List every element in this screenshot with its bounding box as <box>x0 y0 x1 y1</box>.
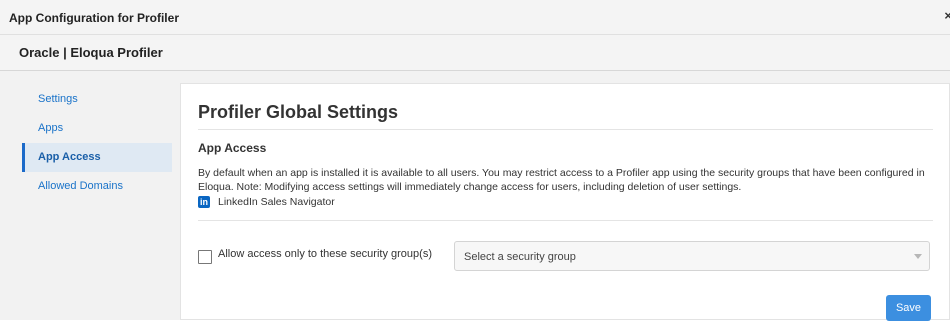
dialog-titlebar: App Configuration for Profiler × <box>0 0 950 35</box>
sidebar-item-apps[interactable]: Apps <box>22 114 172 143</box>
dialog-title: App Configuration for Profiler <box>9 11 179 25</box>
app-name: LinkedIn Sales Navigator <box>218 196 335 208</box>
restrict-access-label: Allow access only to these security grou… <box>218 248 432 260</box>
restrict-access-checkbox[interactable] <box>198 250 212 264</box>
security-group-select[interactable]: Select a security group <box>454 241 930 271</box>
content-area: Settings Apps App Access Allowed Domains… <box>0 71 950 321</box>
close-icon[interactable]: × <box>944 8 950 23</box>
brand-title: Oracle | Eloqua Profiler <box>19 45 163 60</box>
sidebar-item-allowed-domains[interactable]: Allowed Domains <box>22 172 172 201</box>
linkedin-icon: in <box>198 196 210 208</box>
security-group-placeholder: Select a security group <box>464 251 576 263</box>
title-divider <box>198 129 933 130</box>
section-divider <box>198 220 933 221</box>
app-header: Oracle | Eloqua Profiler <box>0 35 950 71</box>
section-title: App Access <box>198 141 267 155</box>
access-description: By default when an app is installed it i… <box>198 167 925 193</box>
sidebar-item-app-access[interactable]: App Access <box>22 143 172 172</box>
sidebar-item-settings[interactable]: Settings <box>22 85 172 114</box>
save-button[interactable]: Save <box>886 295 931 321</box>
sidebar-nav: Settings Apps App Access Allowed Domains <box>22 85 172 201</box>
page-title: Profiler Global Settings <box>198 102 399 122</box>
settings-panel: Profiler Global Settings App Access By d… <box>180 83 950 321</box>
chevron-down-icon <box>914 254 922 259</box>
